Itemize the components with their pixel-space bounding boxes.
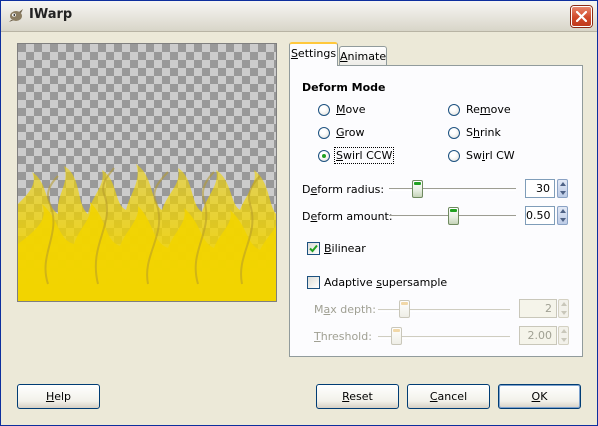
window-title: IWarp xyxy=(29,7,73,22)
cancel-button[interactable]: Cancel xyxy=(407,384,490,409)
deform-radius-slider-track[interactable] xyxy=(389,188,516,191)
checkmark-icon xyxy=(309,244,318,253)
preview-area[interactable] xyxy=(17,43,277,302)
radio-remove-label[interactable]: Remove xyxy=(466,103,511,116)
threshold-slider-thumb xyxy=(391,327,403,345)
close-icon xyxy=(576,11,587,22)
radio-swirl-cw-label[interactable]: Swirl CW xyxy=(466,149,515,162)
radio-remove[interactable] xyxy=(448,104,460,116)
adaptive-supersample-label[interactable]: Adaptive supersample xyxy=(324,276,447,289)
threshold-spinner xyxy=(558,326,569,345)
max-depth-spinner xyxy=(558,299,569,318)
tab-settings[interactable]: Settings xyxy=(289,42,338,66)
deform-mode-title: Deform Mode xyxy=(302,81,386,94)
max-depth-slider-thumb xyxy=(399,300,411,318)
settings-panel: Deform Mode Move Grow Swirl CCW Remove S… xyxy=(289,65,583,357)
radio-swirl-cw[interactable] xyxy=(448,150,460,162)
ok-button-label: OK xyxy=(531,390,548,403)
tab-animate[interactable]: Animate xyxy=(339,46,387,67)
iwarp-dialog: IWarp Settings Animate Deform Mode Move … xyxy=(0,0,598,426)
reset-button[interactable]: Reset xyxy=(316,384,399,409)
max-depth-slider-track xyxy=(378,309,510,312)
deform-radius-label: Deform radius: xyxy=(302,183,385,196)
deform-amount-input[interactable]: 0.50 xyxy=(525,206,555,225)
radio-move[interactable] xyxy=(318,104,330,116)
adaptive-supersample-checkbox[interactable] xyxy=(307,276,320,289)
help-button[interactable]: Help xyxy=(17,384,100,409)
deform-radius-spinner[interactable] xyxy=(557,179,568,198)
radio-shrink[interactable] xyxy=(448,127,460,139)
deform-amount-label: Deform amount: xyxy=(302,210,393,223)
deform-radius-input[interactable]: 30 xyxy=(525,179,555,198)
threshold-input: 2.00 xyxy=(519,326,557,345)
close-button[interactable] xyxy=(571,6,592,27)
title-bar[interactable]: IWarp xyxy=(1,1,597,32)
radio-shrink-label[interactable]: Shrink xyxy=(466,126,501,139)
max-depth-label: Max depth: xyxy=(314,303,376,316)
spin-arrows-icon xyxy=(560,182,566,195)
gimp-icon xyxy=(7,7,25,23)
spin-arrows-icon xyxy=(561,329,567,342)
help-button-label: Help xyxy=(45,390,72,403)
deform-radius-slider-thumb[interactable] xyxy=(411,180,423,198)
flame-preview-image xyxy=(18,44,276,301)
deform-amount-slider-thumb[interactable] xyxy=(447,207,459,225)
radio-grow-label[interactable]: Grow xyxy=(336,126,365,139)
spin-arrows-icon xyxy=(560,209,566,222)
radio-grow[interactable] xyxy=(318,127,330,139)
deform-amount-spinner[interactable] xyxy=(557,206,568,225)
spin-arrows-icon xyxy=(561,302,567,315)
threshold-label: Threshold: xyxy=(314,330,372,343)
reset-button-label: Reset xyxy=(342,390,373,403)
bilinear-label[interactable]: Bilinear xyxy=(324,242,366,255)
radio-swirl-ccw-label[interactable]: Swirl CCW xyxy=(333,147,395,164)
tab-animate-label: Animate xyxy=(340,50,387,63)
bilinear-checkbox[interactable] xyxy=(307,242,320,255)
tab-settings-label: Settings xyxy=(290,47,337,60)
cancel-button-label: Cancel xyxy=(429,390,468,403)
ok-button[interactable]: OK xyxy=(498,384,581,409)
radio-move-label[interactable]: Move xyxy=(336,103,366,116)
max-depth-input: 2 xyxy=(519,299,557,318)
radio-swirl-ccw[interactable] xyxy=(318,150,330,162)
